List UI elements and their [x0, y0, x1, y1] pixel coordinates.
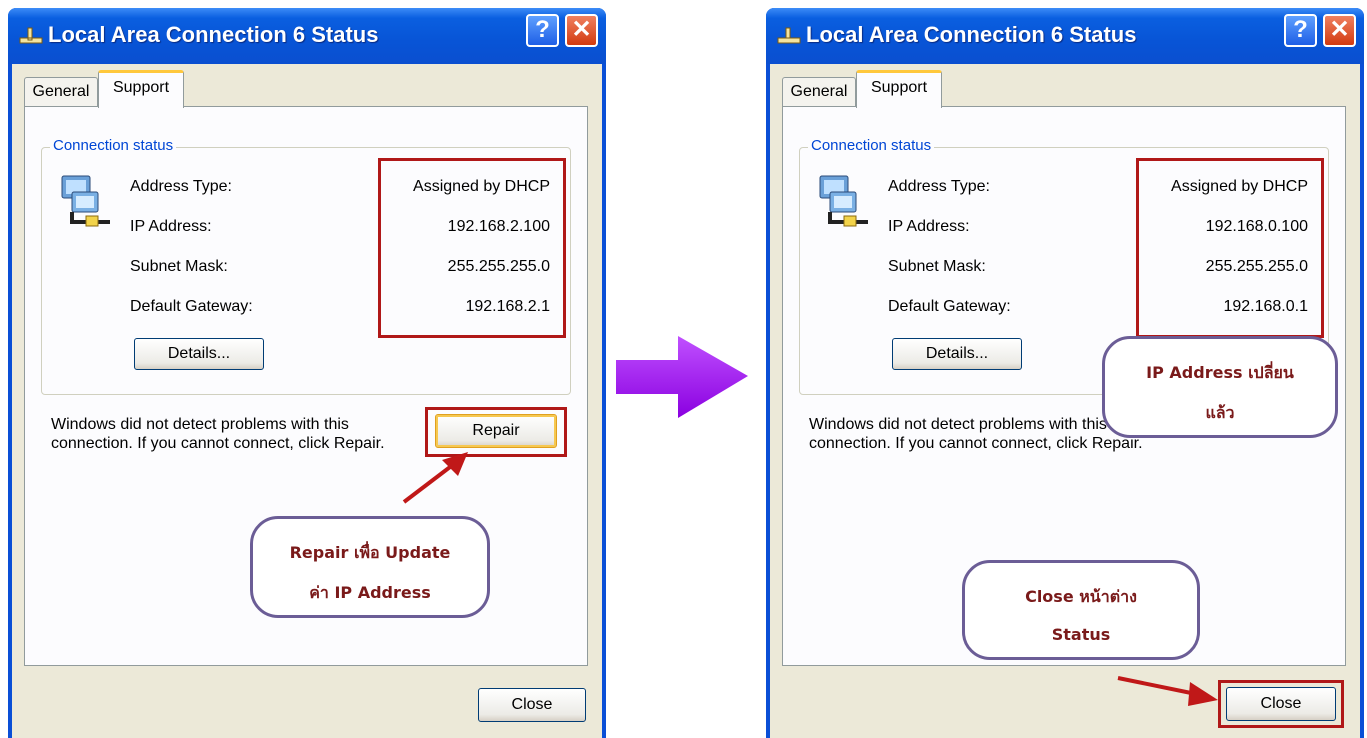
help-icon[interactable]: ? [1284, 14, 1317, 47]
values-highlight-box [378, 158, 566, 338]
network-connection-icon [61, 175, 110, 227]
values-highlight-box [1136, 158, 1324, 338]
network-icon [19, 27, 43, 44]
field-label-ip-address: IP Address: [888, 218, 970, 235]
close-button[interactable]: Close [1226, 687, 1336, 721]
tab-support[interactable]: Support [98, 70, 184, 108]
window-title: Local Area Connection 6 Status [48, 22, 379, 47]
pointer-arrow-icon [402, 452, 468, 504]
help-icon[interactable]: ? [526, 14, 559, 47]
field-label-address-type: Address Type: [888, 178, 990, 195]
status-window-before: Local Area Connection 6 Status ? ✕ Gener… [8, 8, 606, 738]
ip-changed-callout: IP Address เปลี่ยน แล้ว [1102, 336, 1338, 438]
close-callout: Close หน้าต่าง Status [962, 560, 1200, 660]
close-icon[interactable]: ✕ [565, 14, 598, 47]
title-bar[interactable]: Local Area Connection 6 Status ? ✕ [8, 8, 606, 64]
tab-support[interactable]: Support [856, 70, 942, 108]
pointer-arrow-icon [1117, 676, 1218, 706]
callout-line-2: แล้ว [1205, 403, 1235, 422]
connection-status-group: Connection status Address Type: IP Addre… [41, 137, 571, 395]
dialog-client: General Connection status Address Type: … [12, 64, 602, 738]
callout-line-1: Close หน้าต่าง [1025, 587, 1137, 606]
transition-arrow-icon [616, 336, 748, 418]
repair-button[interactable]: Repair [435, 414, 557, 448]
field-label-address-type: Address Type: [130, 178, 232, 195]
field-label-default-gateway: Default Gateway: [130, 298, 253, 315]
tab-general[interactable]: General [782, 77, 856, 107]
field-label-ip-address: IP Address: [130, 218, 212, 235]
field-label-subnet-mask: Subnet Mask: [888, 258, 986, 275]
network-connection-icon [819, 175, 868, 227]
title-bar[interactable]: Local Area Connection 6 Status ? ✕ [766, 8, 1364, 64]
group-label: Connection status [50, 137, 177, 154]
window-title: Local Area Connection 6 Status [806, 22, 1137, 47]
network-icon [777, 27, 801, 44]
callout-line-1: Repair เพื่อ Update [289, 543, 451, 562]
status-message: Windows did not detect problems with thi… [51, 416, 385, 452]
callout-line-1: IP Address เปลี่ยน [1146, 363, 1294, 382]
callout-line-2: ค่า IP Address [309, 583, 431, 602]
tab-general[interactable]: General [24, 77, 98, 107]
callout-line-2: Status [1051, 625, 1111, 644]
repair-callout: Repair เพื่อ Update ค่า IP Address [250, 516, 490, 618]
close-button[interactable]: Close [478, 688, 586, 722]
field-label-subnet-mask: Subnet Mask: [130, 258, 228, 275]
close-icon[interactable]: ✕ [1323, 14, 1356, 47]
group-label: Connection status [808, 137, 935, 154]
details-button[interactable]: Details... [892, 338, 1022, 370]
field-label-default-gateway: Default Gateway: [888, 298, 1011, 315]
details-button[interactable]: Details... [134, 338, 264, 370]
